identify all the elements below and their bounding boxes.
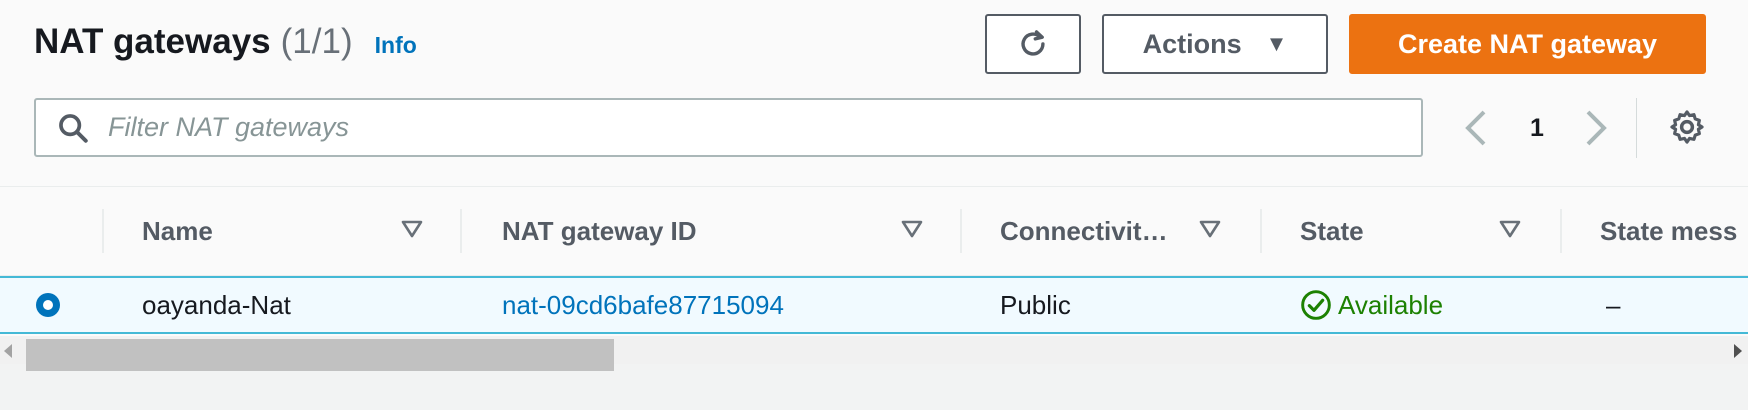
column-header-connectivity[interactable]: Connectivit… [1000,187,1240,275]
create-nat-gateway-button[interactable]: Create NAT gateway [1349,14,1706,74]
column-header-label: State mess [1600,215,1738,246]
column-divider [960,209,962,253]
sort-caret-icon [401,220,423,238]
refresh-icon [1021,30,1045,56]
row-select-radio[interactable] [34,291,62,319]
previous-page-button[interactable] [1462,104,1490,152]
filter-search-box[interactable] [34,98,1423,157]
scrollbar-thumb[interactable] [26,339,614,371]
page-title: NAT gateways [34,22,271,61]
page-title-group: NAT gateways (1/1) Info [34,22,417,62]
filter-input[interactable] [106,111,1421,144]
column-header-state[interactable]: State [1300,187,1540,275]
cell-nat-gateway-id-link[interactable]: nat-09cd6bafe87715094 [502,278,784,332]
chevron-right-icon [1586,110,1607,146]
column-header-nat-gateway-id[interactable]: NAT gateway ID [502,187,942,275]
cell-name: oayanda-Nat [142,289,291,320]
cell-state: Available [1300,278,1443,332]
search-icon [59,113,88,143]
actions-dropdown-button[interactable]: Actions ▼ [1102,14,1328,74]
column-header-label: State [1300,215,1364,246]
current-page-number[interactable]: 1 [1522,104,1552,152]
column-divider [1260,209,1262,253]
table-row[interactable]: oayanda-Nat nat-09cd6bafe87715094 Public… [0,276,1748,334]
column-header-label: Connectivit… [1000,215,1168,246]
pagination-divider [1636,98,1637,158]
state-label: Available [1338,289,1444,320]
create-nat-gateway-label: Create NAT gateway [1397,28,1658,59]
column-divider [460,209,462,253]
cell-state-message: – [1606,289,1621,320]
nat-gateways-panel: NAT gateways (1/1) Info Actions ▼ Create… [0,0,1748,371]
table-column-headers: Name NAT gateway ID Connectivit… State S… [0,187,1748,277]
chevron-left-icon [1465,110,1486,146]
next-page-button[interactable] [1582,104,1610,152]
column-divider [1560,209,1562,253]
column-header-name[interactable]: Name [142,187,432,275]
sort-caret-icon [1199,220,1221,238]
item-count: (1/1) [280,22,353,61]
refresh-button[interactable] [985,14,1081,74]
horizontal-scrollbar[interactable] [0,336,1748,371]
caret-down-icon: ▼ [1265,31,1288,56]
cell-connectivity: Public [1000,289,1071,320]
column-divider [102,209,104,253]
sort-caret-icon [1499,220,1521,238]
scroll-left-arrow-icon[interactable] [4,344,12,358]
table-header-section: NAT gateways (1/1) Info Actions ▼ Create… [0,0,1748,187]
actions-label: Actions [1142,28,1242,59]
scroll-right-arrow-icon[interactable] [1734,344,1742,358]
settings-gear-icon[interactable] [1668,108,1706,146]
check-circle-icon [1301,290,1331,320]
info-link[interactable]: Info [375,32,417,59]
column-header-state-message[interactable]: State mess [1600,187,1748,275]
sort-caret-icon [901,220,923,238]
column-header-label: Name [142,215,213,246]
column-header-label: NAT gateway ID [502,215,697,246]
